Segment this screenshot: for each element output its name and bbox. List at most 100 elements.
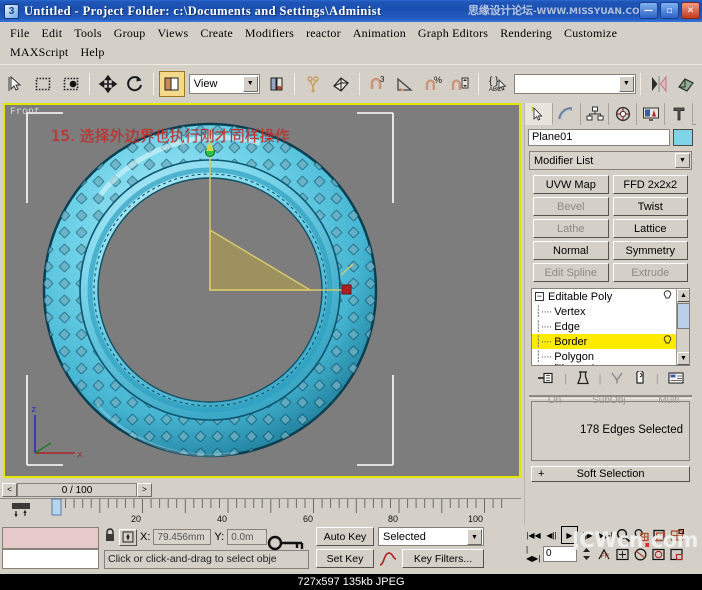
menu-rendering[interactable]: Rendering — [496, 25, 560, 42]
y-coordinate-field[interactable]: 0.0m — [227, 529, 267, 545]
pan-icon[interactable] — [614, 545, 631, 563]
named-selection-set-dropdown[interactable]: ▼ — [514, 74, 636, 94]
stack-row-element[interactable]: ┊···· Element — [532, 364, 689, 366]
make-unique-icon[interactable] — [610, 371, 624, 388]
utilities-tab[interactable] — [665, 103, 693, 125]
zoom-extents-all-icon[interactable] — [669, 526, 686, 544]
next-frame-button[interactable]: ||▶ — [579, 526, 596, 544]
scroll-thumb[interactable] — [677, 303, 690, 329]
menu-create[interactable]: Create — [196, 25, 241, 42]
track-bar[interactable]: 20 40 60 80 100 — [0, 498, 521, 524]
stack-row-edge[interactable]: ┊···· Edge — [532, 319, 689, 334]
configure-modifier-sets-icon[interactable] — [668, 371, 684, 388]
minimize-button[interactable]: — — [639, 2, 658, 19]
go-to-end-button[interactable]: ▶▶| — [597, 526, 614, 544]
modifier-list-dropdown[interactable]: Modifier List ▼ — [529, 151, 692, 170]
object-color-swatch[interactable] — [673, 129, 693, 146]
rollout-expand-icon[interactable]: + — [538, 468, 544, 480]
time-prev-button[interactable]: < — [2, 483, 17, 497]
menu-customize[interactable]: Customize — [560, 25, 625, 42]
modifier-button-symmetry[interactable]: Symmetry — [613, 241, 689, 260]
modifier-button-uvw-map[interactable]: UVW Map — [533, 175, 609, 194]
align-icon[interactable] — [673, 71, 699, 97]
object-name-field[interactable]: Plane01 — [528, 129, 670, 146]
lock-icon[interactable] — [104, 528, 116, 546]
mirror-objects-icon[interactable] — [328, 71, 354, 97]
reference-coordinate-icon[interactable] — [159, 71, 185, 97]
field-of-view-icon[interactable]: FR — [596, 545, 613, 563]
menu-group[interactable]: Group — [110, 25, 154, 42]
stack-row-border[interactable]: ┊···· Border — [532, 334, 689, 349]
modifier-button-ffd-2x2x2[interactable]: FFD 2x2x2 — [613, 175, 689, 194]
current-frame-field[interactable]: 0 — [543, 546, 577, 562]
light-bulb-icon-2[interactable] — [663, 335, 672, 349]
remove-modifier-icon[interactable] — [633, 371, 647, 388]
modifier-button-lathe[interactable]: Lathe — [533, 219, 609, 238]
pin-stack-icon[interactable] — [537, 371, 555, 388]
go-to-start-button[interactable]: |◀◀ — [525, 526, 542, 544]
modifier-button-edit-spline[interactable]: Edit Spline — [533, 263, 609, 282]
menu-file[interactable]: File — [6, 25, 37, 42]
zoom-icon[interactable] — [615, 526, 632, 544]
absolute-mode-icon[interactable] — [119, 529, 137, 546]
menu-animation[interactable]: Animation — [349, 25, 414, 42]
menu-edit[interactable]: Edit — [37, 25, 70, 42]
modifier-button-extrude[interactable]: Extrude — [613, 263, 689, 282]
stack-row-polygon[interactable]: ┊···· Polygon — [532, 349, 689, 364]
chevron-down-icon-2[interactable]: ▼ — [619, 76, 634, 92]
menu-reactor[interactable]: reactor — [302, 25, 349, 42]
x-coordinate-field[interactable]: 79.456mm — [153, 529, 211, 545]
use-pivot-center-icon[interactable] — [264, 71, 290, 97]
menu-help[interactable]: Help — [76, 44, 112, 61]
angle-snap-icon[interactable] — [392, 71, 418, 97]
coordinate-system-dropdown[interactable]: View ▼ — [189, 74, 260, 94]
previous-frame-button[interactable]: ◀|| — [543, 526, 560, 544]
current-frame-display[interactable]: 0 / 100 — [17, 483, 137, 497]
auto-key-button[interactable]: Auto Key — [316, 527, 374, 546]
select-and-link-icon[interactable] — [300, 71, 326, 97]
menu-graph-editors[interactable]: Graph Editors — [414, 25, 496, 42]
maximize-button[interactable]: ▫ — [660, 2, 679, 19]
chevron-down-icon-3[interactable]: ▼ — [675, 153, 690, 168]
menu-modifiers[interactable]: Modifiers — [241, 25, 302, 42]
menu-maxscript[interactable]: MAXScript — [6, 44, 76, 61]
scroll-up-icon[interactable]: ▲ — [677, 289, 690, 302]
key-icon[interactable] — [266, 532, 306, 557]
arc-rotate-icon[interactable] — [632, 545, 649, 563]
key-mode-toggle-button[interactable]: |◀▶| — [525, 545, 542, 563]
snaps-toggle-icon[interactable]: 3 — [365, 71, 391, 97]
create-tab[interactable] — [525, 103, 553, 125]
curve-editor-icon[interactable] — [378, 549, 398, 568]
viewport-front[interactable]: z x Front 15. 选择外边界也执行刚才同样操作 — [3, 103, 521, 478]
arc-rotate-selected-icon[interactable] — [650, 545, 667, 563]
scroll-down-icon[interactable]: ▼ — [677, 352, 690, 365]
maxscript-listener-input[interactable] — [2, 549, 99, 569]
select-by-name-icon[interactable] — [58, 71, 84, 97]
motion-tab[interactable] — [609, 103, 637, 125]
mirror-icon[interactable] — [646, 71, 672, 97]
stack-row-editable-poly[interactable]: − Editable Poly — [532, 289, 689, 304]
modify-tab[interactable] — [553, 103, 581, 125]
modifier-button-lattice[interactable]: Lattice — [613, 219, 689, 238]
close-button[interactable]: ✕ — [681, 2, 700, 19]
spinner-snap-icon[interactable] — [447, 71, 473, 97]
chevron-down-icon-4[interactable]: ▼ — [467, 529, 482, 545]
percent-snap-icon[interactable]: % — [420, 71, 446, 97]
named-selection-icon[interactable]: { }ABC — [484, 71, 510, 97]
modifier-stack[interactable]: − Editable Poly ┊···· Vertex ┊···· Edge … — [531, 288, 690, 366]
select-region-icon[interactable] — [31, 71, 57, 97]
stack-row-vertex[interactable]: ┊···· Vertex — [532, 304, 689, 319]
soft-selection-rollout[interactable]: + Soft Selection — [531, 466, 690, 482]
maxscript-listener-mini[interactable] — [2, 527, 99, 549]
zoom-all-icon[interactable] — [633, 526, 650, 544]
modifier-button-normal[interactable]: Normal — [533, 241, 609, 260]
stack-collapse-icon[interactable]: − — [535, 292, 544, 301]
modifier-button-twist[interactable]: Twist — [613, 197, 689, 216]
zoom-extents-icon[interactable] — [651, 526, 668, 544]
spinner-updown-icon[interactable] — [578, 545, 595, 563]
select-and-move-icon[interactable] — [95, 71, 121, 97]
modifier-button-bevel[interactable]: Bevel — [533, 197, 609, 216]
light-bulb-icon[interactable] — [663, 290, 672, 304]
chevron-down-icon[interactable]: ▼ — [243, 76, 258, 92]
menu-tools[interactable]: Tools — [70, 25, 110, 42]
